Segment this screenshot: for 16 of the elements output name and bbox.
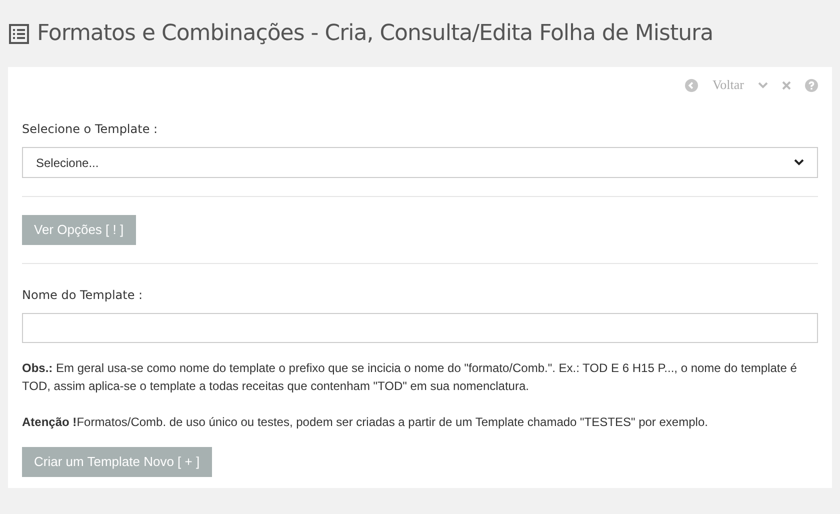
note-text: Atenção !Formatos/Comb. de uso único ou testes, podem ser criadas a partir de um Template chamado "TESTES" por exemplo. bbox=[22, 414, 709, 431]
field-label: Nome do Template : bbox=[22, 288, 143, 302]
create-template-button[interactable]: Criar um Template Novo [ + ] bbox=[22, 447, 212, 477]
back-icon[interactable] bbox=[685, 78, 698, 92]
template-name-field[interactable] bbox=[22, 313, 818, 343]
chevron-down-icon bbox=[794, 159, 804, 166]
list-icon bbox=[9, 24, 29, 44]
template-select[interactable]: Selecione... bbox=[22, 147, 818, 178]
back-link[interactable]: Voltar bbox=[712, 75, 744, 95]
view-options-button[interactable]: Ver Opções [ ! ] bbox=[22, 215, 136, 245]
close-icon[interactable] bbox=[782, 80, 791, 90]
chevron-down-icon[interactable] bbox=[758, 81, 768, 89]
help-icon[interactable] bbox=[805, 78, 818, 92]
page-title: Formatos e Combinações - Cria, Consulta/Edita Folha de Mistura bbox=[37, 20, 714, 48]
field-label: Selecione o Template : bbox=[22, 122, 158, 136]
note-text: Obs.: Em geral usa-se como nome do template o prefixo que se incicia o nome do "formato/Comb.". Ex.: TOD E 6 H15 P..., o nome do template é TOD, assim aplica-se o template a todas receitas que contenham "TOD" em sua nomenclatura. bbox=[22, 360, 798, 395]
